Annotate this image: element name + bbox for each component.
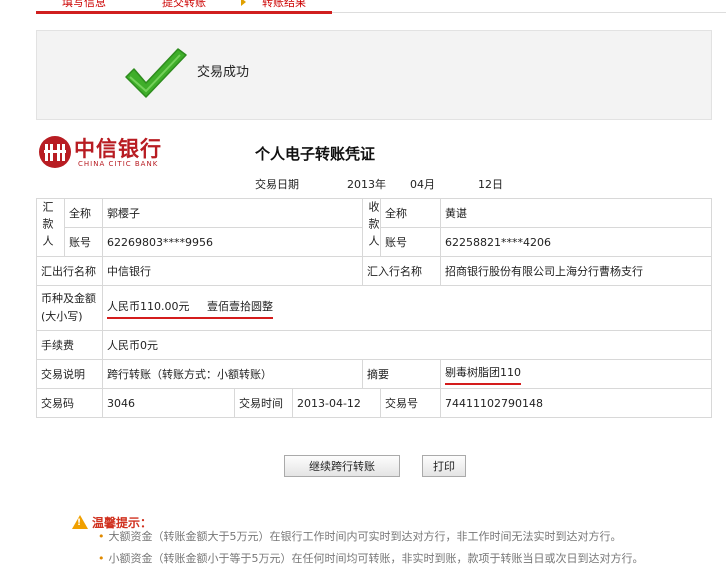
continue-transfer-button[interactable]: 继续跨行转账 — [284, 455, 400, 477]
txn-time-label: 交易时间 — [234, 388, 293, 418]
payer-side-label: 汇款人 — [41, 200, 54, 252]
payer-name-label: 全称 — [64, 198, 103, 228]
description-label: 交易说明 — [36, 359, 103, 389]
tip-item: • 大额资金（转账金额大于5万元）在银行工作时间内可实时到达对方行，非工作时间无法… — [98, 528, 718, 546]
tip-text: 小额资金（转账金额小于等于5万元）在任何时间均可转账，非实时到账，款项于转账当日… — [108, 552, 644, 565]
txn-code: 3046 — [102, 388, 235, 418]
voucher-title: 个人电子转账凭证 — [255, 145, 376, 163]
step-submit: 提交转账 — [162, 0, 206, 9]
date-label: 交易日期 — [255, 178, 299, 191]
txn-no: 74411102790148 — [440, 388, 712, 418]
payer-account: 62269803****9956 — [102, 227, 363, 257]
payee-bank-label: 汇入行名称 — [362, 256, 441, 286]
citic-logo-icon — [39, 136, 71, 168]
payee-account-label: 账号 — [380, 227, 441, 257]
payee-name-label: 全称 — [380, 198, 441, 228]
tip-item: • 小额资金（转账金额小于等于5万元）在任何时间均可转账，非实时到账，款项于转账当… — [98, 550, 718, 568]
amount-words: 壹佰壹拾圆整 — [206, 299, 273, 313]
fee-label: 手续费 — [36, 330, 103, 360]
amount-numeric: 人民币110.00元 — [107, 299, 190, 313]
date-year: 2013年 — [347, 178, 386, 191]
warning-icon: ! — [72, 515, 88, 529]
step-bar: 填写信息 提交转账 转账结果 — [0, 0, 726, 14]
memo-value: 剔毒树脂团110 — [445, 364, 521, 385]
payer-bank: 中信银行 — [102, 256, 363, 286]
bank-name-cn: 中信银行 — [74, 136, 162, 161]
print-button[interactable]: 打印 — [422, 455, 466, 477]
payee-name: 黄谌 — [440, 198, 712, 228]
date-month: 04月 — [410, 178, 435, 191]
txn-time: 2013-04-12 — [292, 388, 381, 418]
bullet-icon: • — [98, 552, 105, 565]
payer-account-label: 账号 — [64, 227, 103, 257]
citic-logo: 中信银行 CHINA CITIC BANK — [38, 133, 178, 173]
success-message: 交易成功 — [197, 65, 250, 80]
step-result: 转账结果 — [262, 0, 306, 9]
success-panel: 交易成功 — [36, 30, 712, 120]
payee-bank: 招商银行股份有限公司上海分行曹杨支行 — [440, 256, 712, 286]
payer-bank-label: 汇出行名称 — [36, 256, 103, 286]
fee-value: 人民币0元 — [102, 330, 712, 360]
amount-highlight: 人民币110.00元 壹佰壹拾圆整 — [107, 298, 273, 319]
tip-text: 大额资金（转账金额大于5万元）在银行工作时间内可实时到达对方行，非工作时间无法实… — [108, 530, 622, 543]
payer-name: 郭樱子 — [102, 198, 363, 228]
step-arrow-icon — [241, 0, 246, 6]
bullet-icon: • — [98, 530, 105, 543]
description-value: 跨行转账（转账方式：小额转账） — [102, 359, 363, 389]
amount-label: 币种及金额 — [41, 292, 96, 305]
payee-account: 62258821****4206 — [440, 227, 712, 257]
divider — [332, 12, 726, 13]
voucher-table: 汇款人 全称 郭樱子 收款人 全称 黄谌 账号 62269803****9956… — [36, 198, 712, 418]
date-day: 12日 — [478, 178, 503, 191]
amount-label-sub: (大小写) — [41, 310, 83, 323]
memo-label: 摘要 — [362, 359, 441, 389]
step-fill-info: 填写信息 — [62, 0, 106, 9]
txn-no-label: 交易号 — [380, 388, 441, 418]
checkmark-icon — [125, 48, 187, 98]
txn-code-label: 交易码 — [36, 388, 103, 418]
bank-name-en: CHINA CITIC BANK — [78, 160, 159, 168]
step-progress-line — [36, 11, 332, 14]
payee-side-label: 收款人 — [367, 200, 380, 252]
